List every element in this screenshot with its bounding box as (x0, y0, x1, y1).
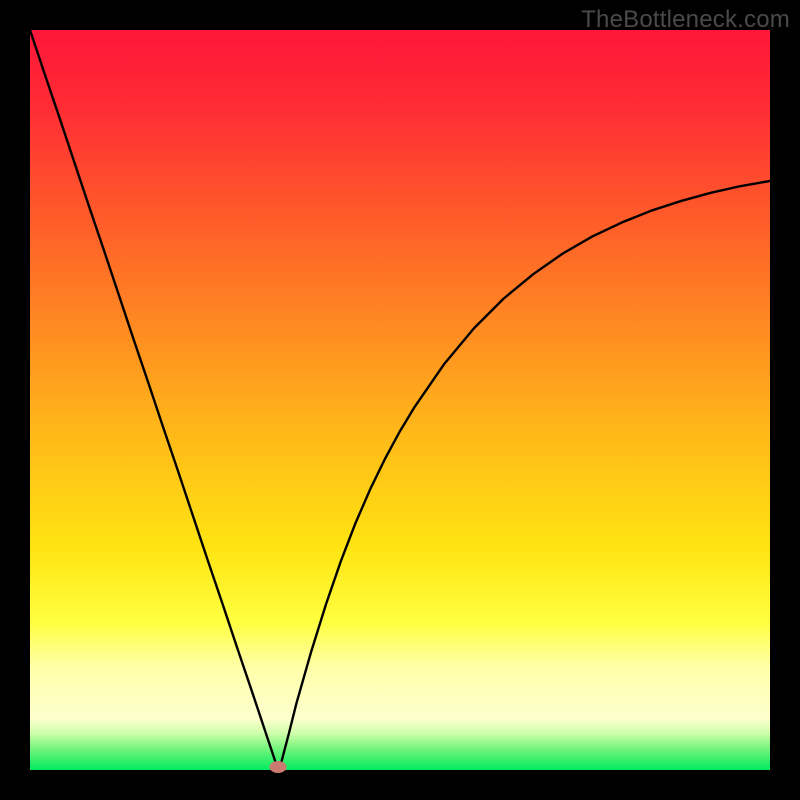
curve-svg (30, 30, 770, 770)
optimum-marker (269, 761, 286, 773)
watermark-text: TheBottleneck.com (581, 6, 790, 34)
bottleneck-curve (30, 30, 770, 769)
